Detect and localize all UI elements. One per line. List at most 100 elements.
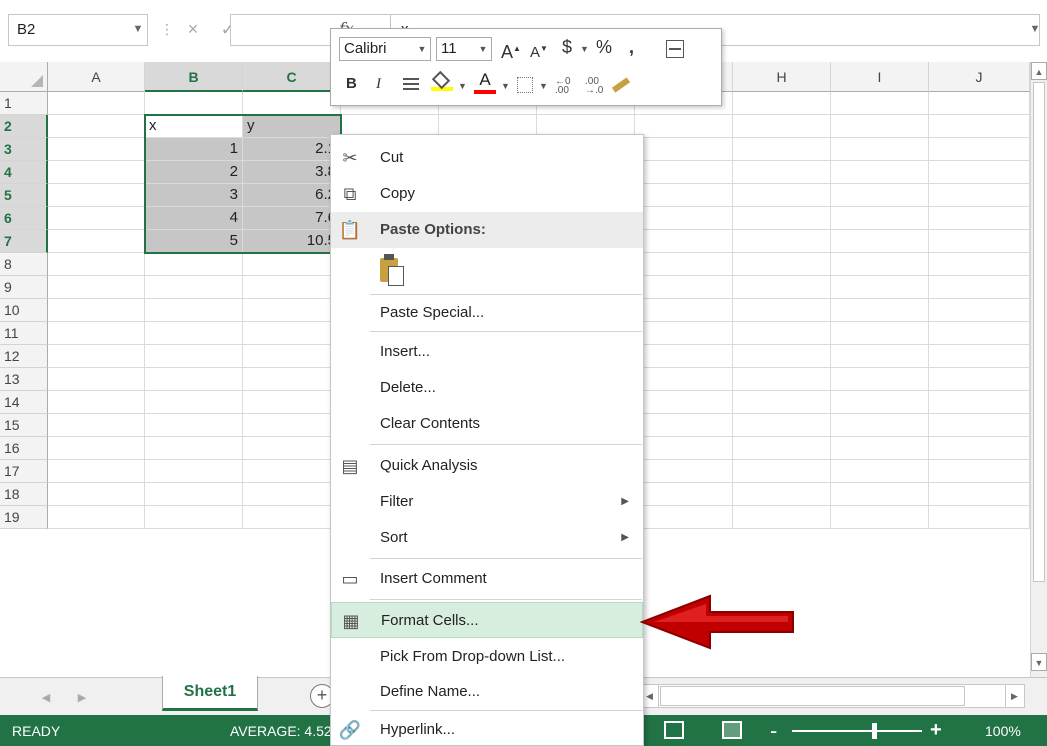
name-box[interactable]: B2 bbox=[8, 14, 148, 46]
cell-i18[interactable] bbox=[831, 483, 929, 506]
prev-sheet-icon[interactable]: ◀ bbox=[36, 688, 56, 708]
cell-g19[interactable] bbox=[635, 506, 733, 529]
cell-g16[interactable] bbox=[635, 437, 733, 460]
cell-h3[interactable] bbox=[733, 138, 831, 161]
row-header-6[interactable]: 6 bbox=[0, 207, 48, 230]
cell-g7[interactable] bbox=[635, 230, 733, 253]
cell-j2[interactable] bbox=[929, 115, 1030, 138]
menu-item-pick-list[interactable]: Pick From Drop-down List... bbox=[331, 639, 643, 675]
cell-a5[interactable] bbox=[48, 184, 145, 207]
cell-c6[interactable]: 7.6 bbox=[243, 207, 341, 230]
cell-c14[interactable] bbox=[243, 391, 341, 414]
cell-b16[interactable] bbox=[145, 437, 243, 460]
name-box-dropdown-icon[interactable]: ▼ bbox=[128, 14, 148, 46]
cell-i15[interactable] bbox=[831, 414, 929, 437]
cell-i14[interactable] bbox=[831, 391, 929, 414]
cell-h10[interactable] bbox=[733, 299, 831, 322]
cell-a1[interactable] bbox=[48, 92, 145, 115]
cell-c11[interactable] bbox=[243, 322, 341, 345]
menu-item-cut[interactable]: ✂ Cut bbox=[331, 140, 643, 176]
cell-c3[interactable]: 2.1 bbox=[243, 138, 341, 161]
cell-a16[interactable] bbox=[48, 437, 145, 460]
cell-g5[interactable] bbox=[635, 184, 733, 207]
cell-b7[interactable]: 5 bbox=[145, 230, 243, 253]
cell-b17[interactable] bbox=[145, 460, 243, 483]
zoom-in-button[interactable]: + bbox=[930, 715, 942, 746]
borders-dropdown-icon[interactable]: ▼ bbox=[539, 74, 548, 98]
cell-c1[interactable] bbox=[243, 92, 341, 115]
cell-i8[interactable] bbox=[831, 253, 929, 276]
cell-h18[interactable] bbox=[733, 483, 831, 506]
cell-b3[interactable]: 1 bbox=[145, 138, 243, 161]
normal-view-icon[interactable] bbox=[664, 721, 684, 739]
merge-center-icon[interactable] bbox=[666, 40, 684, 58]
cell-g17[interactable] bbox=[635, 460, 733, 483]
cell-h17[interactable] bbox=[733, 460, 831, 483]
zoom-slider[interactable] bbox=[792, 730, 922, 732]
column-header-h[interactable]: H bbox=[733, 62, 831, 92]
menu-item-clear-contents[interactable]: Clear Contents bbox=[331, 406, 643, 442]
cell-c18[interactable] bbox=[243, 483, 341, 506]
zoom-level[interactable]: 100% bbox=[985, 721, 1021, 741]
cell-g13[interactable] bbox=[635, 368, 733, 391]
cell-a17[interactable] bbox=[48, 460, 145, 483]
cell-h11[interactable] bbox=[733, 322, 831, 345]
cell-c4[interactable]: 3.8 bbox=[243, 161, 341, 184]
cell-j17[interactable] bbox=[929, 460, 1030, 483]
cell-a19[interactable] bbox=[48, 506, 145, 529]
cell-a7[interactable] bbox=[48, 230, 145, 253]
percent-button[interactable]: % bbox=[596, 35, 612, 59]
cell-b4[interactable]: 2 bbox=[145, 161, 243, 184]
menu-item-copy[interactable]: ⧉ Copy bbox=[331, 176, 643, 212]
cell-c12[interactable] bbox=[243, 345, 341, 368]
paste-button[interactable] bbox=[378, 252, 406, 288]
row-header-5[interactable]: 5 bbox=[0, 184, 48, 207]
cell-a14[interactable] bbox=[48, 391, 145, 414]
cell-g6[interactable] bbox=[635, 207, 733, 230]
cell-b15[interactable] bbox=[145, 414, 243, 437]
cell-b14[interactable] bbox=[145, 391, 243, 414]
cell-i11[interactable] bbox=[831, 322, 929, 345]
page-layout-view-icon[interactable] bbox=[722, 721, 742, 739]
next-sheet-icon[interactable]: ▶ bbox=[72, 688, 92, 708]
cell-a2[interactable] bbox=[48, 115, 145, 138]
select-all-button[interactable] bbox=[0, 62, 48, 92]
cell-i5[interactable] bbox=[831, 184, 929, 207]
cell-c15[interactable] bbox=[243, 414, 341, 437]
column-header-a[interactable]: A bbox=[48, 62, 145, 92]
cell-g15[interactable] bbox=[635, 414, 733, 437]
cell-i9[interactable] bbox=[831, 276, 929, 299]
currency-button[interactable]: $ bbox=[562, 35, 572, 59]
cell-h6[interactable] bbox=[733, 207, 831, 230]
cell-b13[interactable] bbox=[145, 368, 243, 391]
cell-g10[interactable] bbox=[635, 299, 733, 322]
vertical-scroll-thumb[interactable] bbox=[1033, 82, 1045, 582]
cell-h8[interactable] bbox=[733, 253, 831, 276]
menu-item-quick-analysis[interactable]: ▤ Quick Analysis bbox=[331, 448, 643, 484]
font-color-button[interactable]: A bbox=[474, 70, 496, 96]
cell-j10[interactable] bbox=[929, 299, 1030, 322]
row-header-15[interactable]: 15 bbox=[0, 414, 48, 437]
cell-j5[interactable] bbox=[929, 184, 1030, 207]
cell-h1[interactable] bbox=[733, 92, 831, 115]
cell-b19[interactable] bbox=[145, 506, 243, 529]
cell-c2[interactable]: y bbox=[243, 115, 341, 138]
menu-item-insert-comment[interactable]: ▭ Insert Comment bbox=[331, 561, 643, 597]
cell-j16[interactable] bbox=[929, 437, 1030, 460]
borders-icon[interactable] bbox=[517, 77, 533, 93]
cell-c10[interactable] bbox=[243, 299, 341, 322]
cell-j15[interactable] bbox=[929, 414, 1030, 437]
cell-h19[interactable] bbox=[733, 506, 831, 529]
cell-i10[interactable] bbox=[831, 299, 929, 322]
font-dropdown-icon[interactable]: ▼ bbox=[414, 37, 430, 61]
decrease-decimal-icon[interactable]: .00 →.0 bbox=[585, 77, 603, 96]
fill-color-icon[interactable] bbox=[431, 70, 453, 92]
row-header-14[interactable]: 14 bbox=[0, 391, 48, 414]
row-header-8[interactable]: 8 bbox=[0, 253, 48, 276]
cell-b18[interactable] bbox=[145, 483, 243, 506]
cell-i17[interactable] bbox=[831, 460, 929, 483]
cell-c16[interactable] bbox=[243, 437, 341, 460]
scroll-down-icon[interactable]: ▼ bbox=[1031, 653, 1047, 671]
cell-g3[interactable] bbox=[635, 138, 733, 161]
cell-c5[interactable]: 6.2 bbox=[243, 184, 341, 207]
